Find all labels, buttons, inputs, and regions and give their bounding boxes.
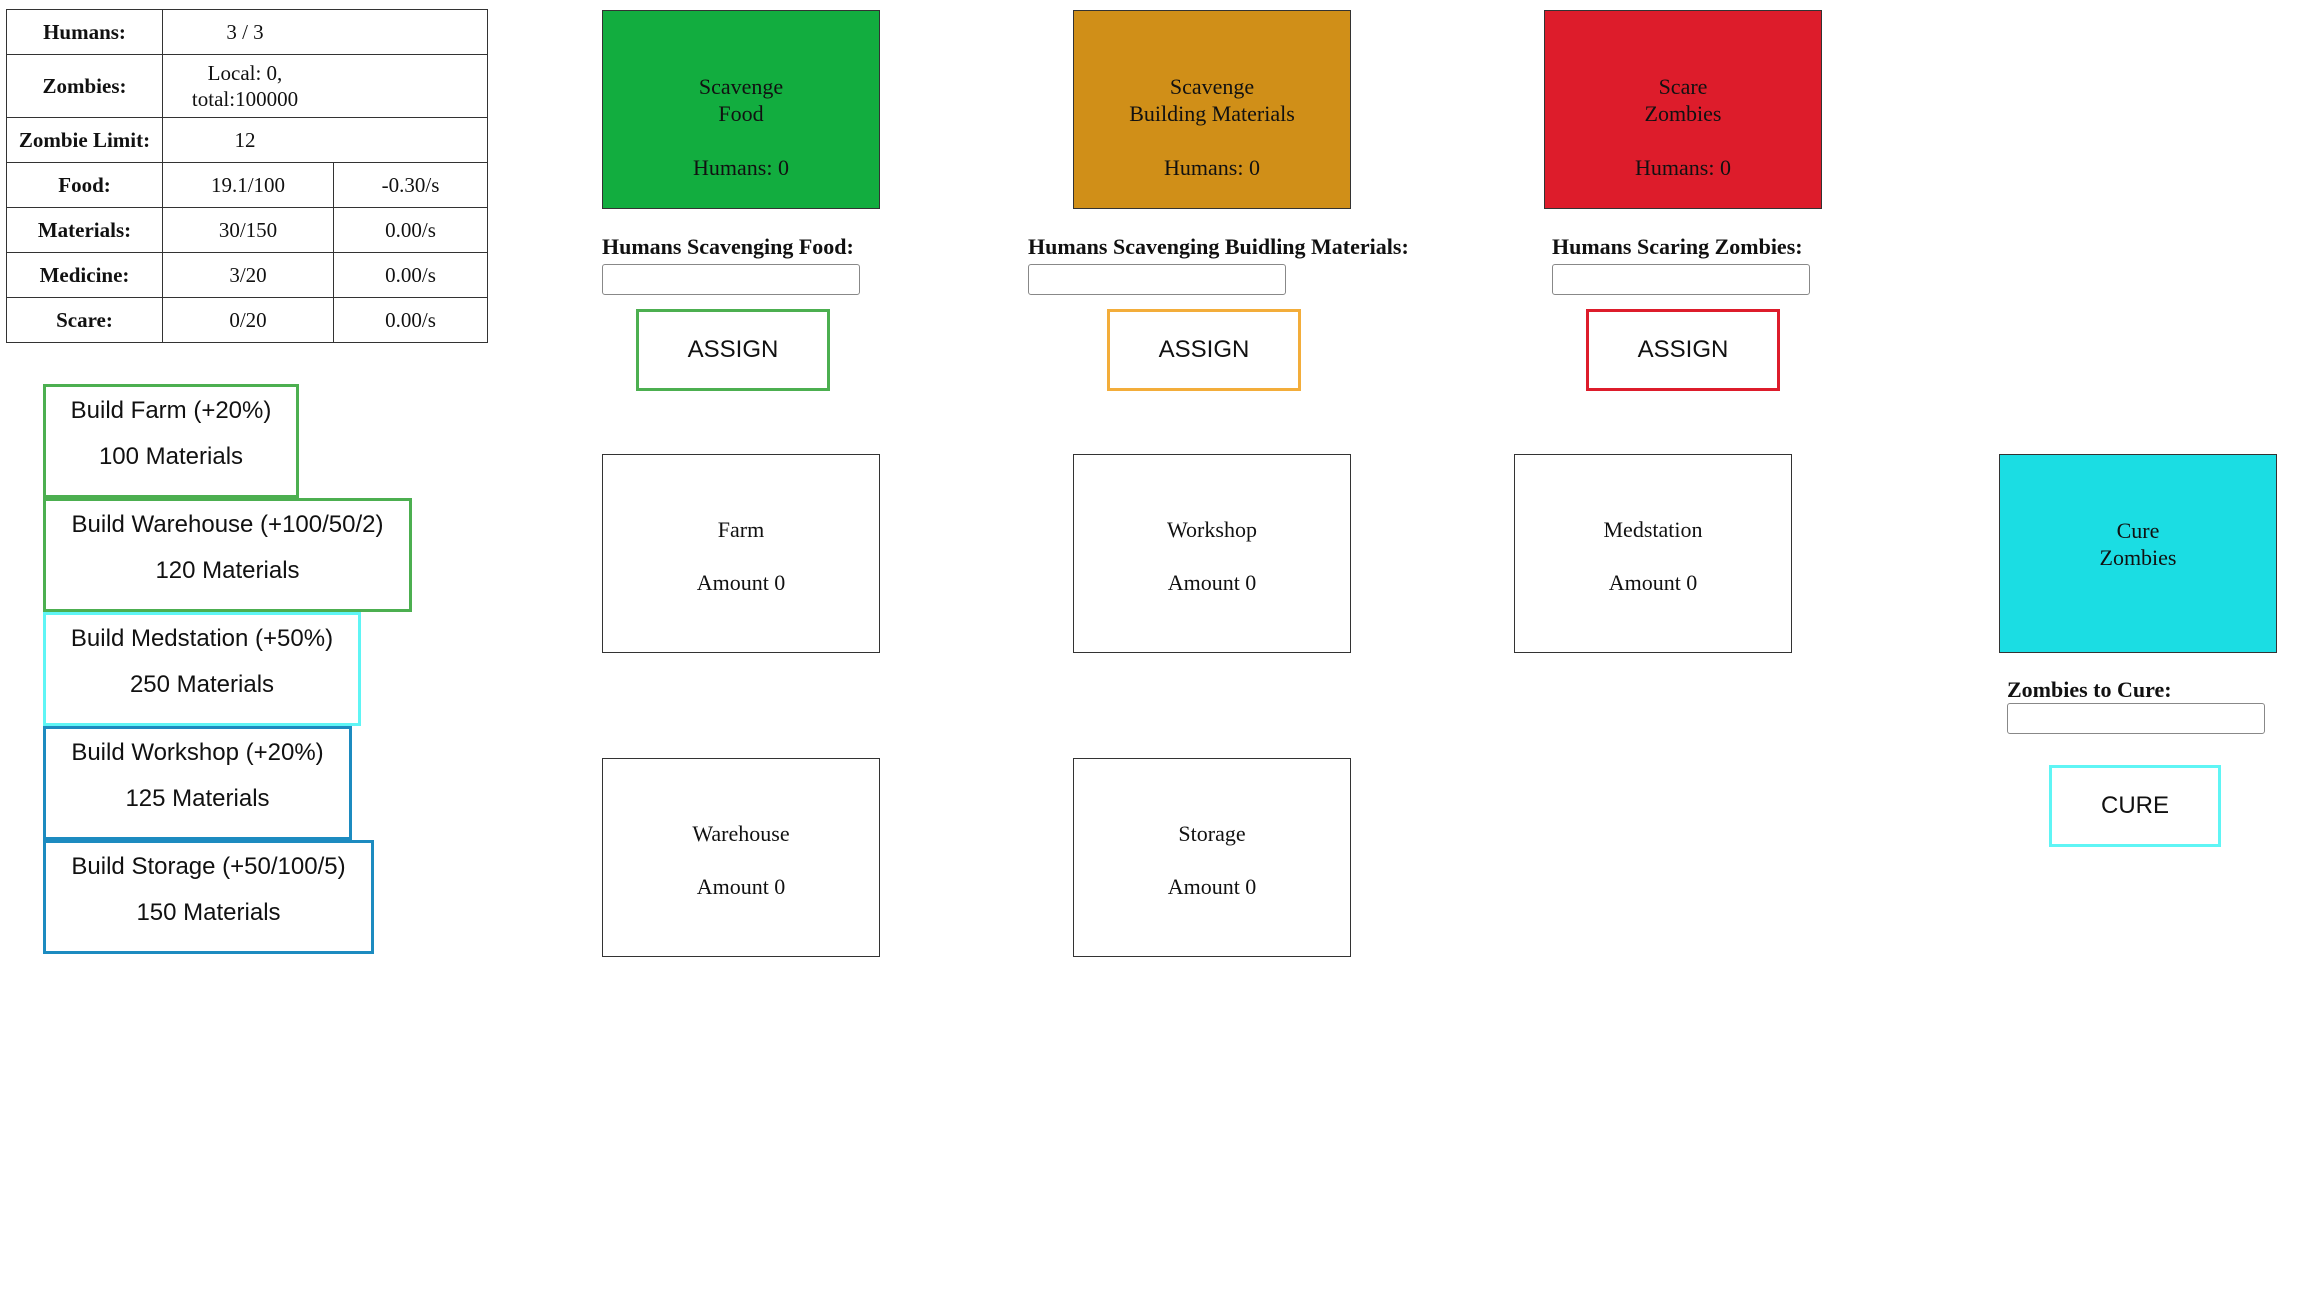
scavenge-materials-line2: Building Materials: [1129, 101, 1295, 126]
stats-row-materials: Materials: 30/150 0.00/s: [6, 207, 488, 253]
build-workshop-cost: 125 Materials: [125, 785, 270, 812]
humans-label: Humans:: [6, 9, 163, 55]
scare-zombies-line2: Zombies: [1644, 101, 1722, 126]
stats-row-zombie-limit: Zombie Limit: 12: [6, 117, 488, 163]
materials-label: Materials:: [6, 207, 163, 253]
scavenge-materials-humans: Humans: 0: [1164, 155, 1260, 180]
scare-zombies-box[interactable]: Scare Zombies Humans: 0: [1544, 10, 1822, 209]
scavenge-food-line2: Food: [718, 101, 764, 126]
zombies-local: Local: 0,: [207, 61, 283, 85]
stats-row-scare: Scare: 0/20 0.00/s: [6, 297, 488, 343]
scare-label: Scare:: [6, 297, 163, 343]
scavenge-food-humans: Humans: 0: [693, 155, 789, 180]
build-storage-button[interactable]: Build Storage (+50/100/5) 150 Materials: [43, 840, 374, 954]
materials-assign-button[interactable]: ASSIGN: [1107, 309, 1301, 391]
stats-row-medicine: Medicine: 3/20 0.00/s: [6, 252, 488, 298]
cure-label: Zombies to Cure:: [2007, 677, 2172, 702]
building-farm: Farm Amount 0: [602, 454, 880, 653]
food-value: 19.1/100: [162, 162, 334, 208]
build-storage-cost: 150 Materials: [136, 899, 281, 926]
cure-button[interactable]: CURE: [2049, 765, 2221, 847]
building-storage: Storage Amount 0: [1073, 758, 1351, 957]
build-storage-title: Build Storage (+50/100/5): [71, 853, 346, 880]
building-farm-name: Farm: [717, 517, 765, 542]
stats-row-humans: Humans: 3 / 3: [6, 9, 488, 55]
materials-assign-label: Humans Scavenging Buidling Materials:: [1028, 234, 1409, 259]
scare-assign-button[interactable]: ASSIGN: [1586, 309, 1780, 391]
building-warehouse-amount: Amount 0: [696, 874, 786, 899]
scavenge-food-title: Scavenge Food: [603, 73, 879, 127]
stats-row-food: Food: 19.1/100 -0.30/s: [6, 162, 488, 208]
cure-input[interactable]: [2007, 703, 2265, 734]
scare-zombies-humans: Humans: 0: [1635, 155, 1731, 180]
scare-rate: 0.00/s: [333, 297, 488, 343]
food-assign-input[interactable]: [602, 264, 860, 295]
materials-rate: 0.00/s: [333, 207, 488, 253]
food-assign-button[interactable]: ASSIGN: [636, 309, 830, 391]
build-medstation-title: Build Medstation (+50%): [70, 625, 334, 652]
scare-zombies-line1: Scare: [1658, 74, 1708, 99]
building-workshop-name: Workshop: [1167, 517, 1257, 542]
zombie-limit-label: Zombie Limit:: [6, 117, 163, 163]
building-medstation-name: Medstation: [1603, 517, 1703, 542]
build-medstation-cost: 250 Materials: [129, 671, 275, 698]
scare-assign-label: Humans Scaring Zombies:: [1552, 234, 1803, 259]
cure-zombies-line1: Cure: [2116, 518, 2160, 543]
cure-zombies-box[interactable]: Cure Zombies: [1999, 454, 2277, 653]
build-warehouse-cost: 120 Materials: [155, 557, 300, 584]
zombies-total: total:100000: [191, 87, 299, 111]
scavenge-materials-line1: Scavenge: [1169, 74, 1255, 99]
building-storage-name: Storage: [1178, 821, 1246, 846]
medicine-rate: 0.00/s: [333, 252, 488, 298]
zombies-label: Zombies:: [6, 54, 163, 118]
build-workshop-button[interactable]: Build Workshop (+20%) 125 Materials: [43, 726, 352, 840]
humans-value: 3 / 3: [162, 9, 488, 55]
build-farm-cost: 100 Materials: [98, 443, 244, 470]
building-farm-amount: Amount 0: [696, 570, 786, 595]
scavenge-food-line1: Scavenge: [698, 74, 784, 99]
scare-assign-input[interactable]: [1552, 264, 1810, 295]
build-farm-title: Build Farm (+20%): [70, 397, 272, 424]
build-farm-button[interactable]: Build Farm (+20%) 100 Materials: [43, 384, 299, 498]
building-storage-amount: Amount 0: [1167, 874, 1257, 899]
food-label: Food:: [6, 162, 163, 208]
build-workshop-title: Build Workshop (+20%): [71, 739, 324, 766]
scavenge-materials-title: Scavenge Building Materials: [1074, 73, 1350, 127]
scavenge-materials-box[interactable]: Scavenge Building Materials Humans: 0: [1073, 10, 1351, 209]
materials-value: 30/150: [162, 207, 334, 253]
build-warehouse-button[interactable]: Build Warehouse (+100/50/2) 120 Material…: [43, 498, 412, 612]
scare-value: 0/20: [162, 297, 334, 343]
stats-table: Humans: 3 / 3 Zombies: Local: 0, total:1…: [6, 9, 488, 343]
building-medstation: Medstation Amount 0: [1514, 454, 1792, 653]
cure-zombies-title: Cure Zombies: [2000, 517, 2276, 571]
cure-zombies-line2: Zombies: [2099, 545, 2177, 570]
building-warehouse-name: Warehouse: [692, 821, 790, 846]
scare-zombies-title: Scare Zombies: [1545, 73, 1821, 127]
building-workshop-amount: Amount 0: [1167, 570, 1257, 595]
building-medstation-amount: Amount 0: [1608, 570, 1698, 595]
food-assign-label: Humans Scavenging Food:: [602, 234, 854, 259]
build-medstation-button[interactable]: Build Medstation (+50%) 250 Materials: [43, 612, 361, 726]
zombie-limit-value: 12: [162, 117, 488, 163]
food-rate: -0.30/s: [333, 162, 488, 208]
materials-assign-input[interactable]: [1028, 264, 1286, 295]
stats-row-zombies: Zombies: Local: 0, total:100000: [6, 54, 488, 118]
zombies-value: Local: 0, total:100000: [162, 54, 488, 118]
building-warehouse: Warehouse Amount 0: [602, 758, 880, 957]
scavenge-food-box[interactable]: Scavenge Food Humans: 0: [602, 10, 880, 209]
medicine-label: Medicine:: [6, 252, 163, 298]
medicine-value: 3/20: [162, 252, 334, 298]
build-warehouse-title: Build Warehouse (+100/50/2): [71, 511, 384, 538]
building-workshop: Workshop Amount 0: [1073, 454, 1351, 653]
